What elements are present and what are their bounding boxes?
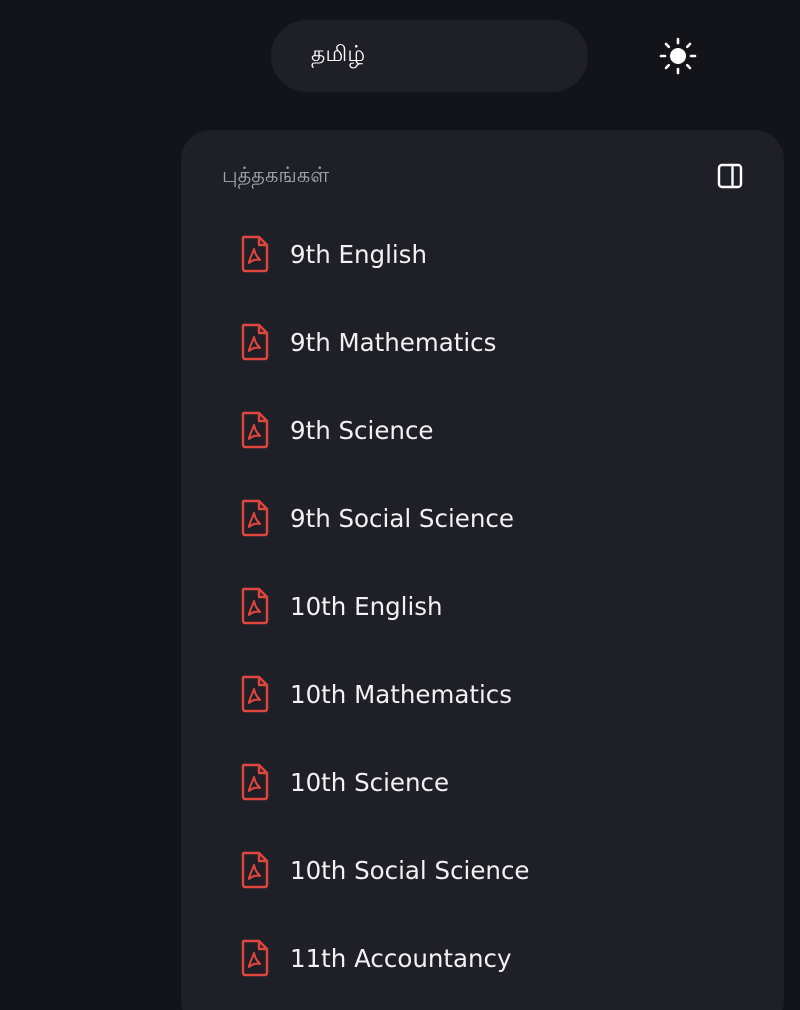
pdf-file-icon — [237, 234, 273, 274]
sidebar-panel-icon — [717, 163, 743, 189]
book-item-10th-english[interactable]: 10th English — [237, 562, 757, 650]
book-item-10th-mathematics[interactable]: 10th Mathematics — [237, 650, 757, 738]
book-label: 10th Science — [290, 767, 450, 797]
book-list: 9th English 9th Mathematics 9th Science … — [237, 210, 757, 1002]
pdf-file-icon — [237, 674, 273, 714]
book-label: 9th Social Science — [290, 503, 514, 533]
pdf-file-icon — [237, 762, 273, 802]
book-label: 10th Social Science — [290, 855, 530, 885]
book-item-10th-social-science[interactable]: 10th Social Science — [237, 826, 757, 914]
language-label: தமிழ் — [311, 42, 366, 67]
pdf-file-icon — [237, 586, 273, 626]
pdf-file-icon — [237, 410, 273, 450]
book-label: 9th Mathematics — [290, 327, 497, 357]
pdf-file-icon — [237, 850, 273, 890]
books-panel: புத்தகங்கள் 9th English 9th Mathematics — [181, 130, 784, 1010]
app-page: தமிழ் புத்தகங்கள் 9th English 9th Mathem… — [0, 0, 800, 1010]
book-label: 10th English — [290, 591, 443, 621]
panel-header: புத்தகங்கள் — [222, 158, 743, 194]
pdf-file-icon — [237, 938, 273, 978]
theme-toggle-button[interactable] — [656, 34, 700, 78]
sun-icon — [659, 37, 697, 75]
book-label: 11th Accountancy — [290, 943, 512, 973]
book-item-9th-english[interactable]: 9th English — [237, 210, 757, 298]
panel-title: புத்தகங்கள் — [222, 162, 330, 187]
language-selector[interactable]: தமிழ் — [271, 20, 588, 92]
book-label: 10th Mathematics — [290, 679, 512, 709]
book-item-9th-social-science[interactable]: 9th Social Science — [237, 474, 757, 562]
pdf-file-icon — [237, 498, 273, 538]
book-item-9th-science[interactable]: 9th Science — [237, 386, 757, 474]
book-item-11th-accountancy[interactable]: 11th Accountancy — [237, 914, 757, 1002]
collapse-panel-button[interactable] — [714, 160, 746, 192]
book-item-10th-science[interactable]: 10th Science — [237, 738, 757, 826]
book-label: 9th English — [290, 239, 427, 269]
book-label: 9th Science — [290, 415, 434, 445]
book-item-9th-mathematics[interactable]: 9th Mathematics — [237, 298, 757, 386]
pdf-file-icon — [237, 322, 273, 362]
